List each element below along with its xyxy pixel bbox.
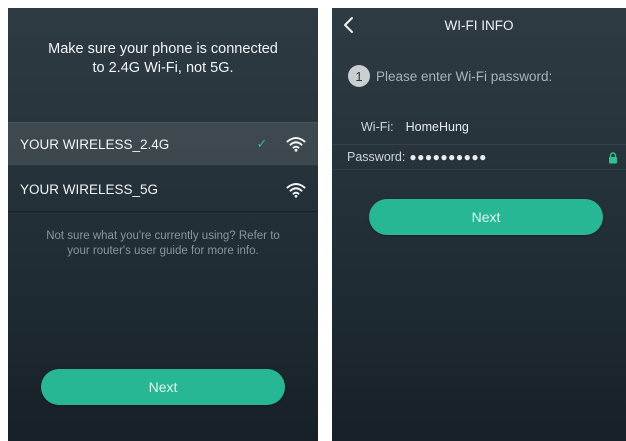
network-item-5g[interactable]: YOUR WIRELESS_5G (8, 168, 318, 212)
wifi-name-row: Wi-Fi: HomeHung (332, 114, 626, 140)
lock-icon[interactable] (608, 152, 618, 164)
step-instruction: 1 Please enter Wi-Fi password: (348, 65, 552, 87)
step-number-badge: 1 (348, 65, 370, 87)
next-button[interactable]: Next (41, 369, 285, 405)
header-bar: WI-FI INFO (332, 8, 626, 42)
password-label: Password: (347, 150, 406, 164)
next-button[interactable]: Next (369, 199, 603, 235)
help-text: Not sure what you're currently using? Re… (46, 230, 280, 257)
network-name: YOUR WIRELESS_2.4G (20, 136, 170, 152)
wifi-value: HomeHung (405, 120, 469, 134)
check-icon: ✓ (256, 136, 268, 151)
instruction-text: Make sure your phone is connected to 2.4… (48, 41, 278, 76)
password-field[interactable]: Password: ●●●●●●●●●● (332, 144, 626, 170)
step-text: Please enter Wi-Fi password: (376, 68, 553, 84)
network-name: YOUR WIRELESS_5G (20, 182, 159, 197)
wifi-icon (286, 137, 306, 152)
back-arrow-icon[interactable] (342, 16, 356, 34)
network-item-2-4g[interactable]: YOUR WIRELESS_2.4G ✓ (8, 122, 318, 166)
wifi-icon (286, 182, 306, 198)
network-select-screen: Make sure your phone is connected to 2.4… (8, 8, 318, 441)
wifi-label: Wi-Fi: (361, 120, 394, 134)
password-value[interactable]: ●●●●●●●●●● (409, 150, 486, 164)
wifi-info-screen: WI-FI INFO 1 Please enter Wi-Fi password… (332, 8, 626, 441)
page-title: WI-FI INFO (444, 17, 514, 33)
